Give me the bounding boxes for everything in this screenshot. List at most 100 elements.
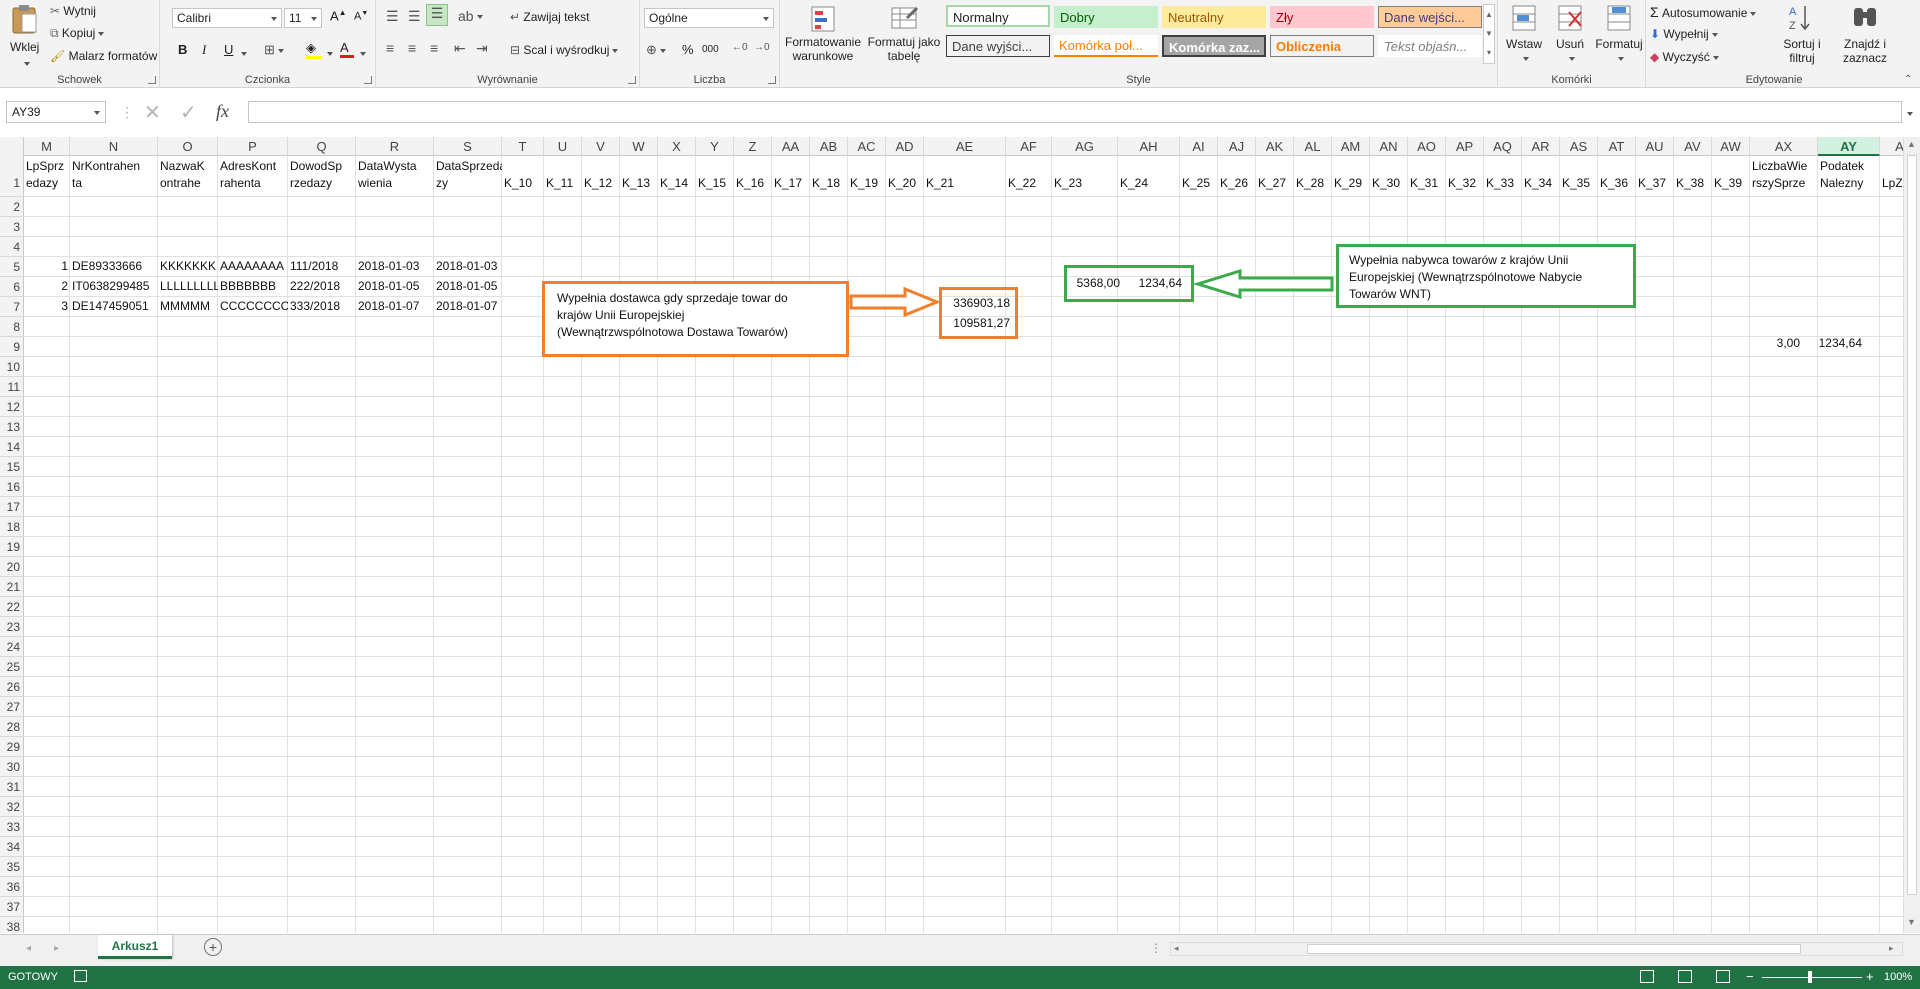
tab-next-icon[interactable]: ▸	[54, 943, 59, 954]
column-header-ad[interactable]: AD	[886, 137, 924, 156]
column-header-aj[interactable]: AJ	[1218, 137, 1256, 156]
column-header-ax[interactable]: AX	[1750, 137, 1818, 156]
row-header-37[interactable]: 37	[0, 897, 24, 917]
zoom-slider[interactable]	[1762, 971, 1862, 983]
decrease-decimal-button[interactable]: →0	[754, 42, 770, 53]
increase-decimal-button[interactable]: ←0	[732, 42, 748, 53]
tab-split-handle[interactable]: ⋮	[1150, 941, 1162, 955]
column-header-q[interactable]: Q	[288, 137, 356, 156]
cell-q7[interactable]: 333/2018	[288, 297, 356, 316]
cancel-entry-icon[interactable]: ✕	[144, 100, 161, 125]
row-header-28[interactable]: 28	[0, 717, 24, 737]
column-header-ae[interactable]: AE	[924, 137, 1006, 156]
cell-r6[interactable]: 2018-01-05	[356, 277, 434, 296]
header-cell-ac[interactable]: K_19	[848, 175, 886, 192]
insert-cells-button[interactable]: Wstaw	[1502, 2, 1546, 65]
row-header-2[interactable]: 2	[0, 197, 24, 217]
font-color-dropdown[interactable]	[357, 46, 366, 60]
cell-m5[interactable]: 1	[24, 257, 70, 276]
row-header-22[interactable]: 22	[0, 597, 24, 617]
header-cell-au[interactable]: K_37	[1636, 175, 1674, 192]
header-cell-ae[interactable]: K_21	[924, 175, 1006, 192]
grow-font-button[interactable]: A▲	[330, 8, 347, 23]
row-header-19[interactable]: 19	[0, 537, 24, 557]
header-cell-ay[interactable]: Podatek Nalezny	[1818, 158, 1880, 192]
header-cell-ah[interactable]: K_24	[1118, 175, 1180, 192]
header-cell-aj[interactable]: K_26	[1218, 175, 1256, 192]
worksheet-grid[interactable]: M N O P Q R S T U V W X Y Z AA AB AC AD AE AF AG AH AI AJ AK AL AM…	[0, 137, 1903, 933]
header-cell-ag[interactable]: K_23	[1052, 175, 1118, 192]
wrap-text-button[interactable]: ↵ Zawijaj tekst	[510, 10, 589, 24]
column-header-am[interactable]: AM	[1332, 137, 1370, 156]
style-good[interactable]: Dobry	[1054, 6, 1158, 28]
row-header-36[interactable]: 36	[0, 877, 24, 897]
row-header-17[interactable]: 17	[0, 497, 24, 517]
cell-p6[interactable]: BBBBBBB	[218, 277, 288, 296]
row-header-8[interactable]: 8	[0, 317, 24, 337]
row-header-4[interactable]: 4	[0, 237, 24, 257]
column-header-ac[interactable]: AC	[848, 137, 886, 156]
header-cell-u[interactable]: K_11	[544, 175, 582, 192]
column-header-s[interactable]: S	[434, 137, 502, 156]
row-header-16[interactable]: 16	[0, 477, 24, 497]
autosum-button[interactable]: Σ Autosumowanie	[1650, 4, 1757, 20]
column-header-af[interactable]: AF	[1006, 137, 1052, 156]
row-header-29[interactable]: 29	[0, 737, 24, 757]
row-header-31[interactable]: 31	[0, 777, 24, 797]
header-cell-p[interactable]: AdresKont rahenta	[218, 158, 288, 192]
header-cell-y[interactable]: K_15	[696, 175, 734, 192]
header-cell-al[interactable]: K_28	[1294, 175, 1332, 192]
conditional-formatting-button[interactable]: Formatowanie warunkowe	[784, 2, 862, 72]
normal-view-icon[interactable]	[1640, 970, 1654, 983]
align-center-button[interactable]: ≡	[408, 40, 416, 56]
scroll-down-icon[interactable]: ▼	[1907, 917, 1916, 927]
page-layout-view-icon[interactable]	[1678, 970, 1692, 983]
font-size-select[interactable]: 11	[284, 8, 322, 28]
row-header-13[interactable]: 13	[0, 417, 24, 437]
align-middle-button[interactable]: ☰	[408, 8, 421, 25]
header-cell-af[interactable]: K_22	[1006, 175, 1052, 192]
cell-q5[interactable]: 111/2018	[288, 257, 356, 276]
font-name-select[interactable]: Calibri	[172, 8, 282, 28]
cell-ay8[interactable]: 1234,64	[1802, 334, 1864, 353]
formula-input[interactable]	[248, 101, 1902, 123]
bold-button[interactable]: B	[178, 42, 187, 57]
row-header-38[interactable]: 38	[0, 917, 24, 933]
column-header-at[interactable]: AT	[1598, 137, 1636, 156]
header-cell-r[interactable]: DataWysta wienia	[356, 158, 434, 192]
column-header-y[interactable]: Y	[696, 137, 734, 156]
column-header-z[interactable]: Z	[734, 137, 772, 156]
style-calculation[interactable]: Obliczenia	[1270, 35, 1374, 57]
horizontal-scrollbar[interactable]: ◂ ▸	[1170, 942, 1903, 956]
cell-s6[interactable]: 2018-01-05	[434, 277, 502, 296]
column-header-as[interactable]: AS	[1560, 137, 1598, 156]
cell-m6[interactable]: 2	[24, 277, 70, 296]
tab-prev-icon[interactable]: ◂	[26, 943, 31, 954]
number-launcher[interactable]	[768, 76, 776, 84]
style-bad[interactable]: Zły	[1270, 6, 1374, 28]
row-header-1[interactable]: 1	[0, 156, 24, 197]
paste-dropdown[interactable]	[21, 56, 30, 70]
format-cells-button[interactable]: Formatuj	[1594, 2, 1644, 65]
row-header-21[interactable]: 21	[0, 577, 24, 597]
row-header-12[interactable]: 12	[0, 397, 24, 417]
row-header-14[interactable]: 14	[0, 437, 24, 457]
style-explanatory[interactable]: Tekst objaśn...	[1378, 35, 1482, 57]
row-header-35[interactable]: 35	[0, 857, 24, 877]
cell-s5[interactable]: 2018-01-03	[434, 257, 502, 276]
sort-filter-button[interactable]: AZ Sortuj i filtruj	[1774, 2, 1830, 65]
vertical-scrollbar[interactable]: ▲ ▼	[1903, 137, 1920, 933]
row-header-15[interactable]: 15	[0, 457, 24, 477]
column-header-o[interactable]: O	[158, 137, 218, 156]
confirm-entry-icon[interactable]: ✓	[180, 100, 197, 125]
column-header-n[interactable]: N	[70, 137, 158, 156]
row-header-20[interactable]: 20	[0, 557, 24, 577]
header-cell-an[interactable]: K_30	[1370, 175, 1408, 192]
zoom-level[interactable]: 100%	[1884, 971, 1912, 983]
row-header-10[interactable]: 10	[0, 357, 24, 377]
cell-p7[interactable]: CCCCCCCC	[218, 297, 288, 316]
style-output[interactable]: Dane wyjści...	[946, 35, 1050, 57]
header-cell-ad[interactable]: K_20	[886, 175, 924, 192]
style-linked-cell[interactable]: Komórka poł...	[1054, 35, 1158, 57]
alignment-launcher[interactable]	[628, 76, 636, 84]
